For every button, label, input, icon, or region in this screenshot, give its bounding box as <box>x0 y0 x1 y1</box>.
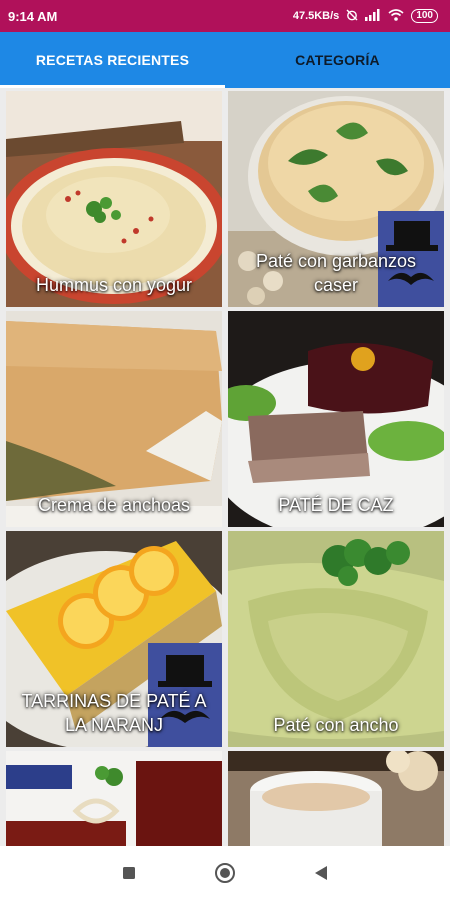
status-bar: 9:14 AM 47.5KB/s 100 <box>0 0 450 32</box>
network-speed: 47.5KB/s <box>292 10 340 22</box>
wifi-icon <box>388 8 404 24</box>
recipe-card-pate-jar[interactable] <box>228 751 444 846</box>
tab-recetas-recientes[interactable]: RECETAS RECIENTES <box>0 32 225 88</box>
battery-indicator: 100 <box>411 9 438 23</box>
alarm-off-icon <box>346 9 358 24</box>
status-icons: 47.5KB/s 100 <box>292 8 438 24</box>
home-button[interactable] <box>213 861 237 885</box>
tab-bar: RECETAS RECIENTES CATEGORÍA <box>0 32 450 88</box>
recipe-card-pate-ancho[interactable]: Paté con ancho <box>228 531 444 747</box>
recipe-title: Crema de anchoas <box>37 495 191 515</box>
back-button[interactable] <box>309 861 333 885</box>
square-icon <box>123 867 135 879</box>
recipe-card-tarrinas-naranja[interactable]: TARRINAS DE PATÉ A LA NARANJ <box>6 531 222 747</box>
recipe-grid: Hummus con yogur Paté con garbanzos case… <box>0 88 450 846</box>
circle-icon <box>215 863 235 883</box>
recipe-title: Paté con ancho <box>273 715 399 735</box>
triangle-back-icon <box>315 866 327 880</box>
recipe-title: Paté con garbanzos caser <box>255 251 417 295</box>
system-nav-bar <box>0 846 450 900</box>
recipe-card-crema-anchoas[interactable]: Crema de anchoas <box>6 311 222 527</box>
chocolate-cake-photo <box>6 751 222 846</box>
recipe-card-hummus[interactable]: Hummus con yogur <box>6 91 222 307</box>
recipe-title: TARRINAS DE PATÉ A LA NARANJ <box>21 691 207 735</box>
pate-jar-photo <box>228 751 444 846</box>
recents-button[interactable] <box>117 861 141 885</box>
recipe-card-chocolate[interactable] <box>6 751 222 846</box>
recipe-title: Hummus con yogur <box>35 275 193 295</box>
signal-icon <box>365 8 381 24</box>
status-time: 9:14 AM <box>8 8 58 24</box>
recipe-card-pate-garbanzos[interactable]: Paté con garbanzos caser <box>228 91 444 307</box>
tab-categoria[interactable]: CATEGORÍA <box>225 32 450 88</box>
recipe-title: PATÉ DE CAZ <box>278 495 394 515</box>
recipe-card-pate-caz[interactable]: PATÉ DE CAZ <box>228 311 444 527</box>
